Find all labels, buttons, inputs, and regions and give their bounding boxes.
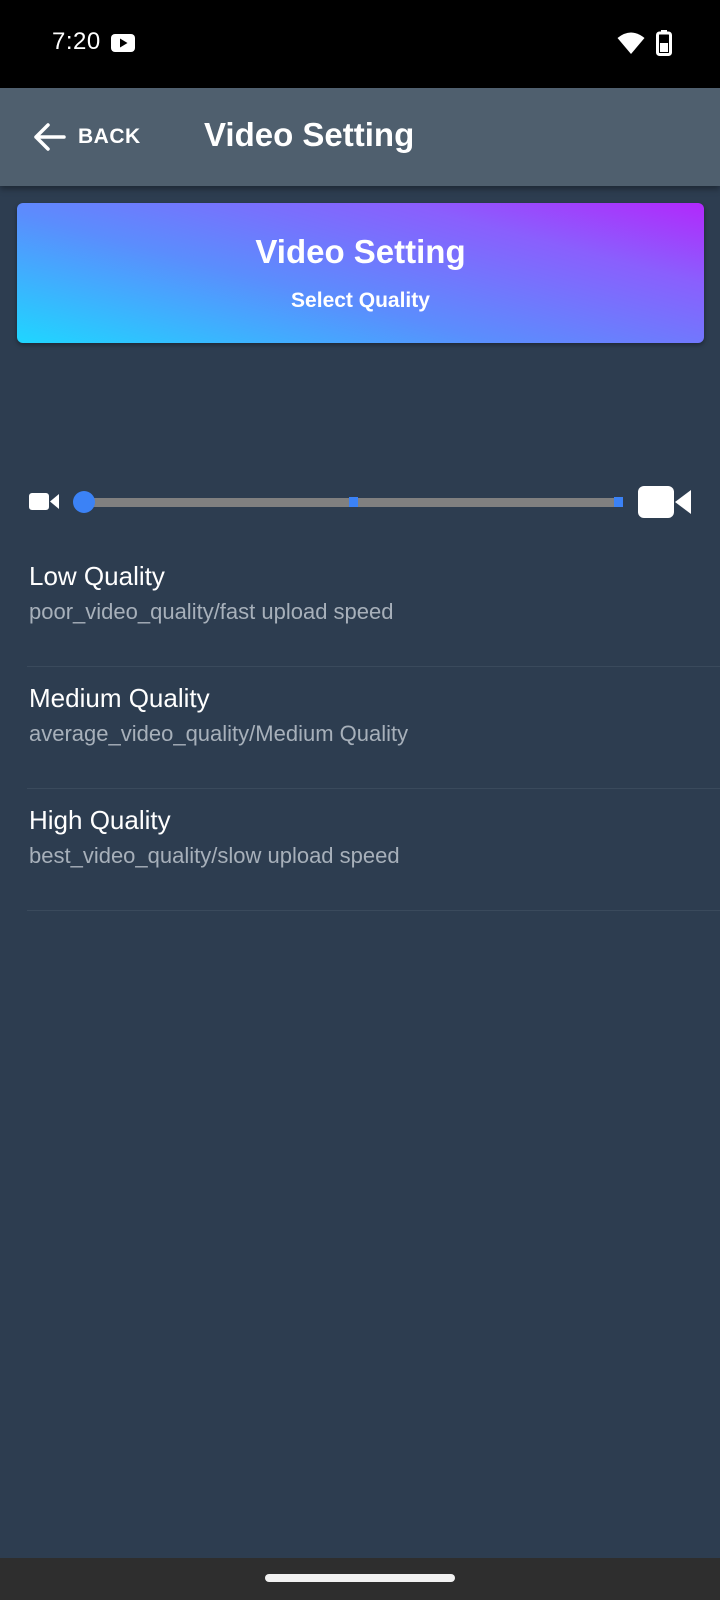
quality-slider[interactable]: [0, 478, 720, 526]
header-title: Video Setting: [255, 233, 466, 270]
system-nav-bar: [0, 1558, 720, 1600]
page-title: Video Setting: [204, 116, 415, 153]
back-label: BACK: [78, 125, 141, 148]
quality-title: High Quality: [29, 805, 171, 835]
quality-description: poor_video_quality/fast upload speed: [29, 599, 394, 624]
wifi-icon: [617, 32, 645, 54]
quality-option-low[interactable]: Low Quality poor_video_quality/fast uplo…: [27, 545, 720, 667]
arrow-left-icon: [34, 123, 66, 151]
youtube-icon: [111, 34, 135, 52]
quality-description: best_video_quality/slow upload speed: [29, 843, 400, 868]
status-bar: 7:20: [0, 0, 720, 88]
video-camera-small-icon: [29, 493, 59, 510]
header-card: Video Setting Select Quality: [17, 203, 704, 343]
slider-step-tick: [614, 497, 623, 507]
quality-title: Low Quality: [29, 561, 165, 591]
slider-step-tick: [349, 497, 358, 507]
video-camera-large-icon: [638, 486, 691, 518]
quality-list: Low Quality poor_video_quality/fast uplo…: [0, 545, 720, 911]
slider-thumb[interactable]: [73, 491, 95, 513]
quality-option-medium[interactable]: Medium Quality average_video_quality/Med…: [27, 667, 720, 789]
home-gesture-handle[interactable]: [265, 1574, 455, 1582]
back-button[interactable]: BACK: [26, 112, 156, 162]
quality-option-high[interactable]: High Quality best_video_quality/slow upl…: [27, 789, 720, 911]
battery-icon: [656, 30, 672, 56]
app-bar: BACK Video Setting: [0, 88, 720, 186]
header-subtitle: Select Quality: [291, 289, 430, 312]
quality-description: average_video_quality/Medium Quality: [29, 721, 409, 746]
quality-title: Medium Quality: [29, 683, 210, 713]
status-time: 7:20: [52, 28, 101, 55]
